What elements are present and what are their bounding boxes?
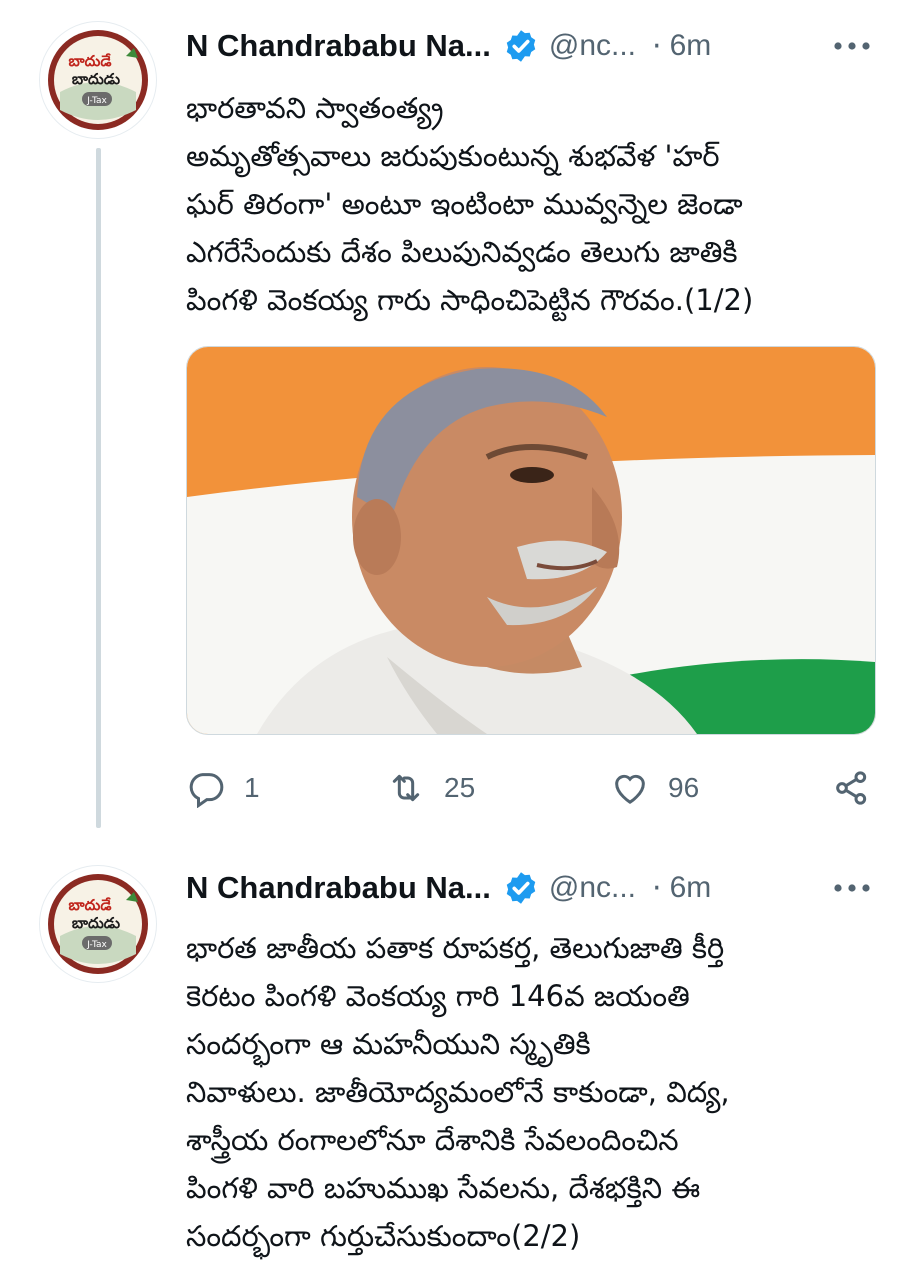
retweet-button[interactable]: 25 — [386, 762, 475, 814]
avatar[interactable]: బాదుడే బాదుడు J-Tax — [40, 866, 156, 982]
author-name[interactable]: N Chandrababu Na... — [186, 870, 491, 906]
avatar-logo-image: బాదుడే బాదుడు J-Tax — [42, 24, 154, 136]
like-button[interactable]: 96 — [610, 762, 699, 814]
author-handle[interactable]: @nc... — [549, 29, 636, 63]
tweet-image[interactable] — [186, 346, 876, 735]
avatar-logo-image: బాదుడే బాదుడు J-Tax — [42, 868, 154, 980]
author-handle[interactable]: @nc... — [549, 871, 636, 905]
tweet-header: N Chandrababu Na... @nc... · 6m — [186, 24, 711, 68]
timestamp[interactable]: 6m — [670, 29, 712, 63]
thread-connector-line — [96, 148, 101, 828]
reply-count: 1 — [244, 772, 260, 803]
logo-text-line-2: బాదుడు — [72, 70, 120, 88]
logo-text-line-1: బాదుడే — [69, 52, 112, 70]
reply-icon — [189, 773, 224, 808]
reply-button[interactable]: 1 — [186, 762, 260, 814]
like-count: 96 — [668, 772, 700, 803]
logo-text-line-2: బాదుడు — [72, 914, 120, 932]
retweet-icon — [392, 774, 420, 802]
logo-text-badge: J-Tax — [86, 940, 107, 950]
share-button[interactable] — [832, 762, 872, 814]
timestamp[interactable]: 6m — [670, 871, 712, 905]
separator-dot: · — [652, 28, 662, 64]
like-icon — [615, 774, 645, 804]
share-icon — [836, 771, 867, 805]
logo-text-badge: J-Tax — [86, 96, 107, 106]
tweet-header: N Chandrababu Na... @nc... · 6m — [186, 866, 711, 910]
retweet-count: 25 — [444, 772, 476, 803]
more-icon[interactable] — [832, 878, 872, 898]
avatar[interactable]: బాదుడే బాదుడు J-Tax — [40, 22, 156, 138]
verified-badge-icon — [506, 30, 536, 62]
tweet-text: భారత జాతీయ పతాక రూపకర్త, తెలుగుజాతి కీర్… — [186, 931, 730, 1253]
author-name[interactable]: N Chandrababu Na... — [186, 28, 491, 64]
more-icon[interactable] — [832, 36, 872, 56]
tweet-text: భారతావని స్వాతంత్య్ర అమృతోత్సవాలు జరుపుక… — [186, 91, 754, 317]
separator-dot: · — [652, 870, 662, 906]
tweet-actions: 1 25 96 — [186, 762, 876, 814]
logo-text-line-1: బాదుడే — [69, 896, 112, 914]
verified-badge-icon — [506, 872, 536, 904]
portrait-flag-image — [187, 347, 875, 734]
